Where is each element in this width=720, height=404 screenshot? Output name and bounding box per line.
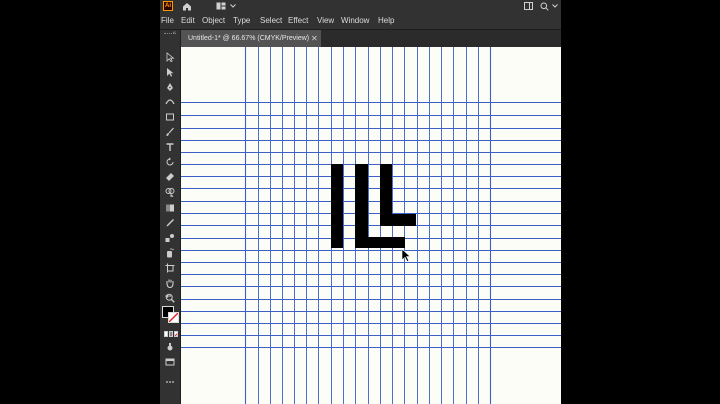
title-bar: Ai [160, 0, 561, 12]
shape-builder-tool-icon[interactable] [163, 185, 177, 198]
swap-fill-stroke-icon[interactable] [163, 294, 177, 304]
menu-bar: File Edit Object Type Select Effect View… [160, 12, 561, 30]
app-logo: Ai [163, 1, 173, 11]
artwork-bar-1[interactable] [331, 164, 343, 248]
drawing-mode-icon[interactable] [163, 340, 177, 353]
screen-mode-icon[interactable] [163, 355, 177, 368]
rectangle-tool-icon[interactable] [163, 110, 177, 123]
selection-tool-icon[interactable] [163, 50, 177, 63]
menu-edit[interactable]: Edit [181, 12, 195, 29]
color-mode-buttons[interactable] [164, 331, 178, 337]
menu-help[interactable]: Help [378, 12, 394, 29]
artboard-tool-icon[interactable] [163, 261, 177, 274]
pen-tool-icon[interactable] [163, 80, 177, 93]
tools-panel: « [160, 30, 181, 404]
artwork-bar-2[interactable] [355, 164, 368, 248]
artwork-layer [181, 47, 561, 404]
rotate-tool-icon[interactable] [163, 155, 177, 168]
paintbrush-tool-icon[interactable] [163, 125, 177, 138]
eyedropper-tool-icon[interactable] [163, 216, 177, 229]
menu-select[interactable]: Select [260, 12, 282, 29]
artboard-canvas[interactable] [181, 47, 561, 404]
menu-object[interactable]: Object [202, 12, 225, 29]
blend-tool-icon[interactable] [163, 231, 177, 244]
chevron-down-icon[interactable] [551, 0, 559, 12]
hand-tool-icon[interactable] [163, 276, 177, 289]
document-tab-title: Untitled-1* @ 66.67% (CMYK/Preview) [188, 35, 310, 42]
chevron-down-icon[interactable] [229, 0, 237, 12]
eraser-tool-icon[interactable] [163, 170, 177, 183]
menu-file[interactable]: File [161, 12, 174, 29]
illustrator-window: Ai File Edit Object Type Select Effect V… [160, 0, 561, 404]
menu-view[interactable]: View [317, 12, 334, 29]
collapse-icon[interactable]: « [173, 30, 176, 36]
symbol-sprayer-tool-icon[interactable] [163, 246, 177, 259]
stroke-swatch[interactable] [168, 312, 179, 323]
document-tab[interactable]: Untitled-1* @ 66.67% (CMYK/Preview) ✕ [181, 30, 321, 47]
artwork-foot-3[interactable] [380, 214, 416, 226]
search-icon[interactable] [538, 0, 550, 12]
home-icon[interactable] [180, 0, 194, 12]
gradient-tool-icon[interactable] [163, 201, 177, 214]
workspace-icon[interactable] [215, 0, 227, 12]
document-tab-bar: Untitled-1* @ 66.67% (CMYK/Preview) ✕ [181, 30, 561, 47]
more-tools-icon[interactable] [163, 375, 177, 388]
curvature-tool-icon[interactable] [163, 94, 177, 107]
menu-window[interactable]: Window [341, 12, 369, 29]
close-icon[interactable]: ✕ [311, 30, 318, 47]
artwork-foot-2[interactable] [355, 237, 405, 248]
direct-selection-tool-icon[interactable] [163, 65, 177, 78]
type-tool-icon[interactable] [163, 140, 177, 153]
menu-type[interactable]: Type [233, 12, 250, 29]
panel-icon[interactable] [522, 0, 534, 12]
menu-effect[interactable]: Effect [288, 12, 308, 29]
fill-stroke-swatches[interactable] [162, 306, 179, 323]
